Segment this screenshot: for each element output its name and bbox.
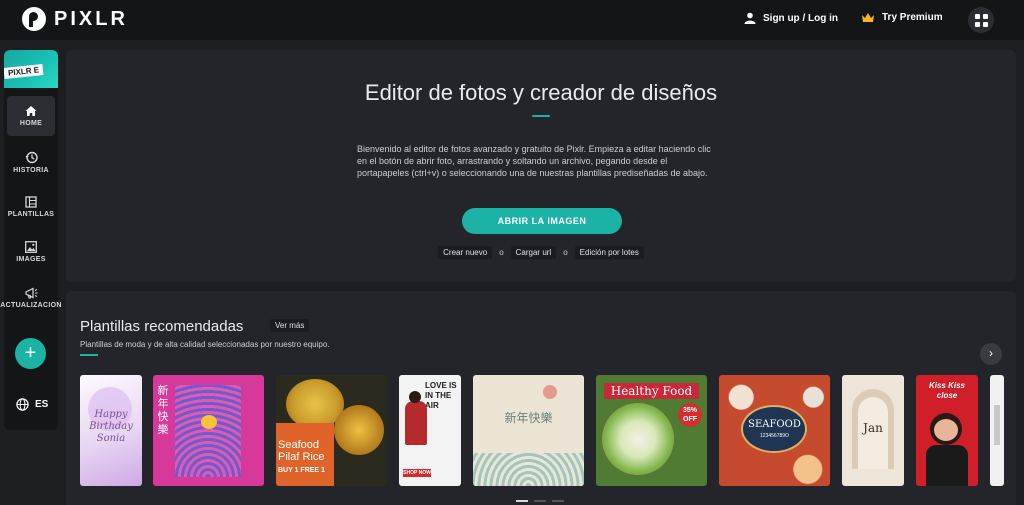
template-card-kiss[interactable]: Kiss Kiss close — [916, 375, 978, 486]
pagination-dot[interactable] — [534, 500, 546, 502]
sidebar-item-label: IMAGES — [16, 256, 46, 263]
history-icon — [25, 151, 38, 163]
card-text: Seafood Pilaf Rice — [278, 439, 325, 463]
sidebar-item-label: HISTORIA — [13, 166, 49, 174]
hero-links: Crear nuevo o Cargar url o Edición por l… — [66, 246, 1016, 259]
templates-section: Plantillas recomendadas Ver más Plantill… — [66, 291, 1016, 505]
grid-icon-dot — [982, 21, 988, 27]
logo-text: PIXLR — [54, 7, 128, 30]
card-person-head — [409, 391, 421, 403]
sidebar-item-label: HOME — [19, 120, 43, 127]
image-icon — [25, 241, 37, 253]
language-label: ES — [35, 399, 49, 410]
card-wave-pattern — [473, 453, 584, 486]
batch-edit-link[interactable]: Edición por lotes — [574, 246, 644, 259]
card-food-image — [334, 405, 384, 455]
templates-icon — [25, 196, 37, 208]
chevron-right-icon: › — [989, 346, 993, 360]
card-text: Healthy Food — [604, 383, 699, 399]
sidebar-item-label: ACTUALIZACION — [0, 302, 62, 309]
card-decoration — [994, 405, 1000, 445]
carousel-pagination — [516, 500, 564, 502]
card-subtext: BUY 1 FREE 1 — [278, 467, 325, 474]
sidebar-item-templates[interactable]: PLANTILLAS — [7, 187, 55, 227]
card-salad-image — [602, 403, 674, 475]
megaphone-icon — [24, 287, 37, 299]
sidebar-item-home[interactable]: HOME — [7, 96, 55, 136]
link-separator: o — [563, 248, 568, 257]
card-person-body — [926, 445, 968, 486]
grid-icon-dot — [974, 21, 980, 27]
template-card-jan[interactable]: Jan — [842, 375, 904, 486]
grid-icon — [974, 13, 980, 19]
hero-title: Editor de fotos y creador de diseños — [364, 80, 718, 105]
template-card-birthday[interactable]: Happy Birthday Sonia — [80, 375, 142, 486]
card-text: LOVE IS IN THE AIR — [425, 381, 457, 410]
card-subtext: SHOP NOW — [403, 469, 431, 477]
sidebar: PIXLR E HOME HISTORIA PLANTILLAS IMAGES … — [0, 50, 61, 430]
signup-login-button[interactable]: Sign up / Log in — [744, 12, 838, 24]
see-more-button[interactable]: Ver más — [270, 319, 310, 332]
template-card-healthy-food[interactable]: Healthy Food 35% OFF — [596, 375, 707, 486]
language-selector[interactable]: ES — [16, 398, 48, 411]
home-icon — [25, 106, 37, 116]
templates-title: Plantillas recomendadas — [80, 318, 244, 335]
open-image-button[interactable]: ABRIR LA IMAGEN — [462, 208, 622, 234]
create-new-link[interactable]: Crear nuevo — [438, 246, 493, 259]
pagination-dot-active[interactable] — [516, 500, 528, 502]
load-url-link[interactable]: Cargar url — [510, 246, 557, 259]
top-bar: PIXLR Sign up / Log in Try Premium — [0, 0, 1024, 40]
user-icon — [744, 12, 756, 24]
pagination-dot[interactable] — [552, 500, 564, 502]
templates-subtitle: Plantillas de moda y de alta calidad sel… — [80, 340, 330, 349]
template-card-partial[interactable] — [990, 375, 1004, 486]
crown-icon — [862, 13, 874, 22]
template-card-seafood-rice[interactable]: Seafood Pilaf Rice BUY 1 FREE 1 — [276, 375, 387, 486]
pixlr-logo[interactable]: PIXLR — [22, 7, 128, 31]
card-text: Jan — [863, 421, 883, 435]
sidebar-item-updates[interactable]: ACTUALIZACION — [0, 278, 61, 318]
card-person-face — [934, 419, 958, 441]
card-text: 新年快樂 — [504, 411, 553, 425]
globe-icon — [16, 398, 29, 411]
card-person-figure — [405, 401, 427, 445]
hero-panel: Editor de fotos y creador de diseños Bie… — [66, 50, 1016, 282]
link-separator: o — [499, 248, 504, 257]
card-text: Happy Birthday Sonia — [89, 409, 133, 444]
pixlr-e-banner[interactable]: PIXLR E — [4, 50, 58, 88]
title-underline — [532, 115, 550, 117]
card-flower-decoration — [543, 385, 557, 399]
template-card-new-year-beige[interactable]: 新年快樂 — [473, 375, 584, 486]
pixlr-logo-icon — [22, 7, 46, 31]
brand-tag: PIXLR E — [4, 63, 44, 80]
signup-login-label: Sign up / Log in — [763, 12, 838, 24]
card-text: 新年快樂 — [157, 385, 169, 436]
hero-description: Bienvenido al editor de fotos avanzado y… — [357, 144, 711, 178]
card-text: SEAFOOD — [748, 419, 801, 430]
subtitle-underline — [80, 354, 98, 356]
card-pattern — [175, 385, 241, 477]
apps-grid-button[interactable] — [968, 7, 994, 33]
try-premium-button[interactable]: Try Premium — [861, 12, 943, 23]
sidebar-item-images[interactable]: IMAGES — [7, 232, 55, 272]
card-text: Kiss Kiss close — [928, 381, 966, 400]
carousel-next-button[interactable]: › — [980, 343, 1002, 365]
template-card-seafood[interactable]: SEAFOOD 123456789O — [719, 375, 830, 486]
try-premium-label: Try Premium — [882, 12, 943, 23]
template-card-new-year-pink[interactable]: 新年快樂 — [153, 375, 264, 486]
card-subtext: 123456789O — [760, 433, 789, 439]
template-card-love-air[interactable]: LOVE IS IN THE AIR SHOP NOW — [399, 375, 461, 486]
card-mouse-figure — [201, 415, 217, 429]
grid-icon-dot — [982, 13, 988, 19]
sidebar-item-label: PLANTILLAS — [7, 211, 55, 218]
card-subtext: 35% OFF — [678, 403, 702, 427]
sidebar-item-history[interactable]: HISTORIA — [7, 142, 55, 182]
add-button[interactable]: + — [15, 338, 46, 369]
